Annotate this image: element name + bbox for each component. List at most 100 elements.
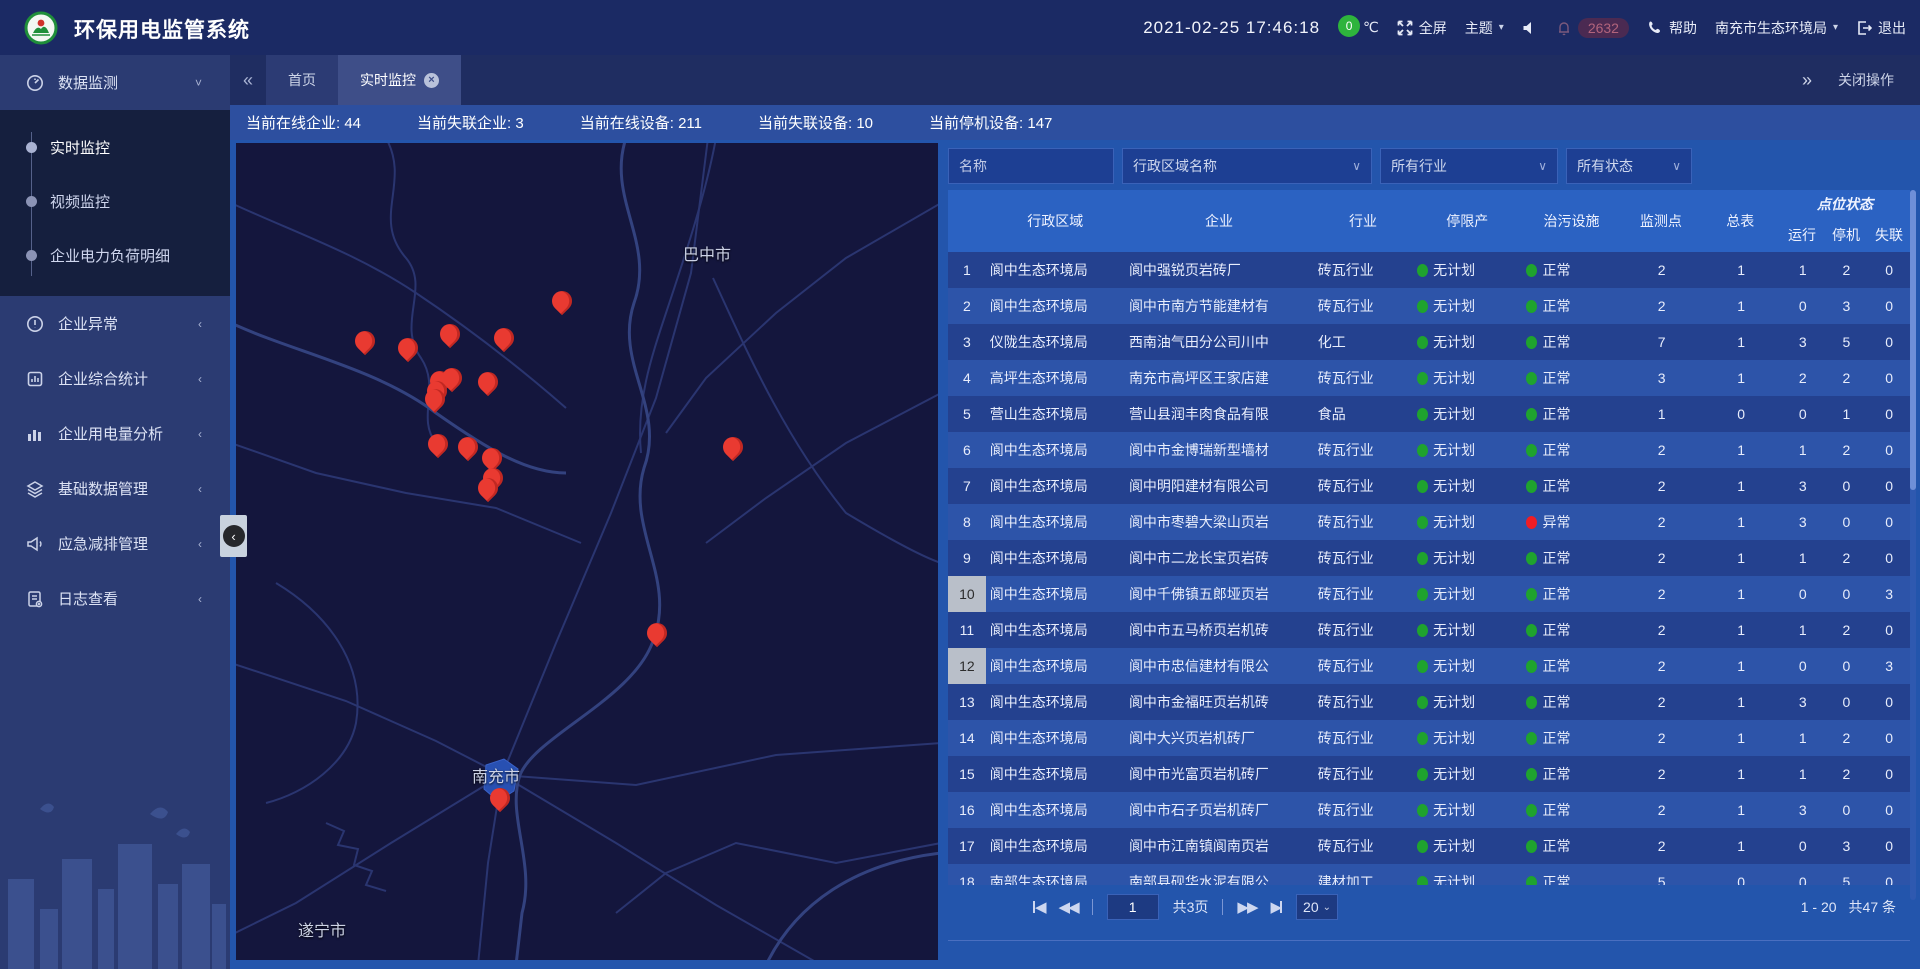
cell-total-meter: 1 [1701,540,1780,576]
row-index: 6 [948,432,986,468]
cell-run-count: 3 [1781,684,1825,720]
sidebar-item-realtime-monitor[interactable]: 实时监控 [0,120,230,174]
facility-status-dot [1526,336,1537,349]
table-row[interactable]: 7 阆中生态环境局 阆中明阳建材有限公司 砖瓦行业 无计划 正常 2 1 3 0… [948,468,1910,504]
row-index: 1 [948,252,986,288]
range-label: 1 - 20 [1801,899,1837,915]
table-scrollbar[interactable] [1910,190,1916,900]
chevron-left-icon: ‹ [198,482,202,496]
cell-company[interactable]: 西南油气田分公司川中 [1125,324,1314,360]
cell-run-count: 0 [1781,576,1825,612]
cell-company[interactable]: 阆中市二龙长宝页岩砖 [1125,540,1314,576]
cell-company[interactable]: 阆中市枣碧大梁山页岩 [1125,504,1314,540]
sidebar-item-video-monitor[interactable]: 视频监控 [0,174,230,228]
last-page-button[interactable]: ▶ [1271,898,1283,916]
cell-run-count: 1 [1781,756,1825,792]
sidebar-item-enterprise-abnormal[interactable]: 企业异常 ‹ [0,296,230,351]
cell-company[interactable]: 阆中市金博瑞新型墙材 [1125,432,1314,468]
cell-company[interactable]: 阆中千佛镇五郎垭页岩 [1125,576,1314,612]
help-button[interactable]: 帮助 [1647,18,1697,38]
page-number-input[interactable]: 1 [1107,894,1159,920]
alert-circle-icon [26,315,44,333]
table-row[interactable]: 4 高坪生态环境局 南充市高坪区王家店建 砖瓦行业 无计划 正常 3 1 2 2… [948,360,1910,396]
sidebar-item-power-load-detail[interactable]: 企业电力负荷明细 [0,228,230,282]
table-row[interactable]: 14 阆中生态环境局 阆中大兴页岩机砖厂 砖瓦行业 无计划 正常 2 1 1 2… [948,720,1910,756]
table-row[interactable]: 11 阆中生态环境局 阆中市五马桥页岩机砖 砖瓦行业 无计划 正常 2 1 1 … [948,612,1910,648]
cell-run-count: 3 [1781,504,1825,540]
table-row[interactable]: 2 阆中生态环境局 阆中市南方节能建材有 砖瓦行业 无计划 正常 2 1 0 3… [948,288,1910,324]
cell-company[interactable]: 阆中大兴页岩机砖厂 [1125,720,1314,756]
table-row[interactable]: 16 阆中生态环境局 阆中市石子页岩机砖厂 砖瓦行业 无计划 正常 2 1 3 … [948,792,1910,828]
facility-status-dot [1526,768,1537,781]
pager-divider [1222,899,1223,915]
cell-company[interactable]: 南充市高坪区王家店建 [1125,360,1314,396]
cell-company[interactable]: 阆中明阳建材有限公司 [1125,468,1314,504]
table-row[interactable]: 12 阆中生态环境局 阆中市忠信建材有限公 砖瓦行业 无计划 正常 2 1 0 … [948,648,1910,684]
notifications[interactable]: 2632 [1556,18,1629,38]
close-operations-button[interactable]: 关闭操作 [1838,70,1894,90]
cell-region: 阆中生态环境局 [986,468,1125,504]
facility-status-dot [1526,804,1537,817]
stop-limit-status-dot [1417,552,1428,565]
industry-select[interactable]: 所有行业∨ [1380,148,1558,184]
region-select[interactable]: 行政区域名称∨ [1122,148,1372,184]
tab-scroll-right-icon[interactable]: » [1802,70,1812,91]
next-page-button[interactable]: ▶▶ [1237,898,1256,916]
cell-total-meter: 1 [1701,468,1780,504]
cell-company[interactable]: 阆中市金福旺页岩机砖 [1125,684,1314,720]
page-size-select[interactable]: 20⌄ [1296,894,1338,920]
facility-status-dot [1526,696,1537,709]
map-collapse-toggle[interactable]: ‹ [220,515,247,557]
org-dropdown[interactable]: 南充市生态环境局▾ [1715,18,1838,38]
table-header: 行政区域 企业 行业 停限产 治污设施 监测点 总表 点位状态 运行 停机 失联 [948,190,1910,252]
logout-button[interactable]: 退出 [1856,18,1906,38]
tab-realtime-monitor[interactable]: 实时监控 × [338,55,461,105]
table-row[interactable]: 1 阆中生态环境局 阆中强锐页岩砖厂 砖瓦行业 无计划 正常 2 1 1 2 0 [948,252,1910,288]
prev-page-button[interactable]: ◀◀ [1059,898,1078,916]
document-icon [26,590,44,608]
cell-company[interactable]: 阆中市江南镇阆南页岩 [1125,828,1314,864]
table-row[interactable]: 9 阆中生态环境局 阆中市二龙长宝页岩砖 砖瓦行业 无计划 正常 2 1 1 2… [948,540,1910,576]
name-search-input[interactable] [948,148,1114,184]
table-row[interactable]: 13 阆中生态环境局 阆中市金福旺页岩机砖 砖瓦行业 无计划 正常 2 1 3 … [948,684,1910,720]
sidebar-item-data-monitor[interactable]: 数据监测 ˅ [0,55,230,110]
cell-company[interactable]: 阆中市忠信建材有限公 [1125,648,1314,684]
sidebar-item-enterprise-statistics[interactable]: 企业综合统计 ‹ [0,351,230,406]
tab-scroll-left-icon[interactable]: « [230,55,266,105]
cell-company[interactable]: 阆中市石子页岩机砖厂 [1125,792,1314,828]
fullscreen-button[interactable]: 全屏 [1397,18,1447,38]
table-row[interactable]: 5 营山生态环境局 营山县润丰肉食品有限 食品 无计划 正常 1 0 0 1 0 [948,396,1910,432]
bell-icon [1556,20,1572,36]
scrollbar-thumb[interactable] [1910,190,1916,490]
row-index: 14 [948,720,986,756]
sidebar-item-base-data[interactable]: 基础数据管理 ‹ [0,461,230,516]
stat-lost-devices: 当前失联设备: 10 [758,112,873,133]
mute-button[interactable] [1522,20,1538,36]
temperature-unit: ℃ [1363,19,1379,36]
theme-dropdown[interactable]: 主题▾ [1465,18,1504,38]
status-select[interactable]: 所有状态∨ [1566,148,1692,184]
cell-company[interactable]: 营山县润丰肉食品有限 [1125,396,1314,432]
table-row[interactable]: 17 阆中生态环境局 阆中市江南镇阆南页岩 砖瓦行业 无计划 正常 2 1 0 … [948,828,1910,864]
first-page-button[interactable]: ◀ [1033,898,1045,916]
cell-company[interactable]: 阆中市五马桥页岩机砖 [1125,612,1314,648]
stop-limit-status-dot [1417,264,1428,277]
sidebar-item-log-view[interactable]: 日志查看 ‹ [0,571,230,626]
table-row[interactable]: 3 仪陇生态环境局 西南油气田分公司川中 化工 无计划 正常 7 1 3 5 0 [948,324,1910,360]
table-row[interactable]: 15 阆中生态环境局 阆中市光富页岩机砖厂 砖瓦行业 无计划 正常 2 1 1 … [948,756,1910,792]
tab-home[interactable]: 首页 [266,55,338,105]
table-row[interactable]: 6 阆中生态环境局 阆中市金博瑞新型墙材 砖瓦行业 无计划 正常 2 1 1 2… [948,432,1910,468]
cell-monitor-count: 2 [1622,432,1701,468]
cell-company[interactable]: 阆中市光富页岩机砖厂 [1125,756,1314,792]
sidebar-item-power-analysis[interactable]: 企业用电量分析 ‹ [0,406,230,461]
col-point-status-group: 点位状态 运行 停机 失联 [1780,190,1910,252]
sidebar-item-emergency-reduction[interactable]: 应急减排管理 ‹ [0,516,230,571]
cell-company[interactable]: 阆中市南方节能建材有 [1125,288,1314,324]
cell-monitor-count: 2 [1622,576,1701,612]
map-canvas[interactable]: 巴中市 南充市 遂宁市 [236,143,938,960]
table-row[interactable]: 10 阆中生态环境局 阆中千佛镇五郎垭页岩 砖瓦行业 无计划 正常 2 1 0 … [948,576,1910,612]
cell-company[interactable]: 阆中强锐页岩砖厂 [1125,252,1314,288]
point-status-group-title: 点位状态 [1780,190,1910,218]
tab-close-icon[interactable]: × [424,73,439,88]
table-row[interactable]: 8 阆中生态环境局 阆中市枣碧大梁山页岩 砖瓦行业 无计划 异常 2 1 3 0… [948,504,1910,540]
